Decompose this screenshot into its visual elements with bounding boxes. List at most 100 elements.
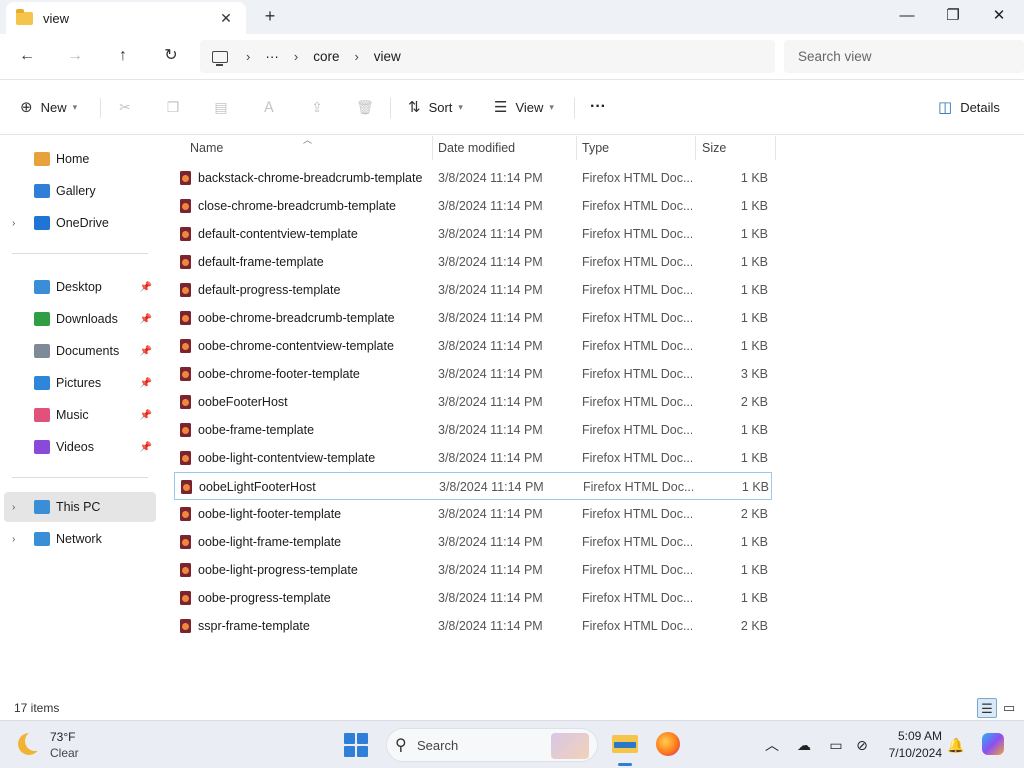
- file-row[interactable]: backstack-chrome-breadcrumb-template 3/8/…: [174, 164, 772, 192]
- sidebar-item-label: Music: [56, 408, 89, 422]
- new-tab-button[interactable]: +: [260, 6, 280, 27]
- copilot-icon[interactable]: [982, 733, 1004, 755]
- onedrive-offline-icon[interactable]: ☁: [794, 735, 814, 755]
- breadcrumb-more-button[interactable]: ···: [265, 49, 279, 64]
- file-row[interactable]: oobe-frame-template 3/8/2024 11:14 PM Fire…: [174, 416, 772, 444]
- tiles-view-toggle[interactable]: ▭: [999, 698, 1019, 718]
- tab-view[interactable]: view ✕: [6, 2, 246, 34]
- file-row[interactable]: oobeFooterHost 3/8/2024 11:14 PM Firefox H…: [174, 388, 772, 416]
- view-button[interactable]: ☰ View ▾: [494, 96, 554, 118]
- close-window-button[interactable]: ✕: [976, 4, 1022, 28]
- delete-icon[interactable]: 🗑: [354, 96, 376, 118]
- clock-time[interactable]: 5:09 AM: [886, 729, 942, 743]
- windows-logo-tile: [357, 733, 368, 744]
- firefox-html-file-icon: [180, 591, 191, 605]
- maximize-button[interactable]: ❐: [930, 4, 976, 28]
- details-view-toggle[interactable]: ☰: [977, 698, 997, 718]
- file-date-modified: 3/8/2024 11:14 PM: [438, 339, 543, 353]
- column-divider[interactable]: [576, 136, 577, 160]
- column-divider[interactable]: [432, 136, 433, 160]
- sidebar-item-pictures[interactable]: Pictures 📌: [4, 368, 156, 398]
- file-row[interactable]: oobeLightFooterHost 3/8/2024 11:14 PM Fire…: [174, 472, 772, 500]
- column-header-date-modified[interactable]: Date modified: [438, 136, 515, 160]
- notification-bell-icon[interactable]: 🔔: [946, 735, 966, 755]
- clock-date[interactable]: 7/10/2024: [880, 746, 942, 760]
- file-row[interactable]: oobe-light-progress-template 3/8/2024 11:…: [174, 556, 772, 584]
- sidebar-item-gallery[interactable]: Gallery: [4, 176, 156, 206]
- breadcrumb-core[interactable]: core: [313, 49, 339, 64]
- weather-temperature[interactable]: 73°F: [50, 730, 75, 744]
- moon-icon[interactable]: [18, 731, 45, 755]
- details-button[interactable]: ◫ Details: [938, 96, 1000, 118]
- file-size: 1 KB: [740, 255, 768, 269]
- column-divider[interactable]: [695, 136, 696, 160]
- start-button[interactable]: [344, 733, 368, 757]
- details-label: Details: [960, 99, 1000, 115]
- address-bar[interactable]: › ··· › core › view: [200, 40, 775, 73]
- tab-close-button[interactable]: ✕: [216, 10, 236, 27]
- file-type: Firefox HTML Doc...: [582, 339, 692, 353]
- refresh-button[interactable]: ↻: [157, 44, 185, 68]
- file-size: 3 KB: [740, 367, 768, 381]
- file-name: close-chrome-breadcrumb-template: [198, 199, 396, 213]
- breadcrumb-view[interactable]: view: [374, 49, 401, 64]
- paste-icon[interactable]: ▤: [210, 96, 232, 118]
- sidebar-item-downloads[interactable]: Downloads 📌: [4, 304, 156, 334]
- display-icon[interactable]: ▭: [826, 735, 846, 755]
- file-row[interactable]: oobe-light-footer-template 3/8/2024 11:14…: [174, 500, 772, 528]
- file-name: oobe-chrome-contentview-template: [198, 339, 394, 353]
- sidebar-item-desktop[interactable]: Desktop 📌: [4, 272, 156, 302]
- file-row[interactable]: oobe-chrome-contentview-template 3/8/2024…: [174, 332, 772, 360]
- firefox-taskbar-icon[interactable]: [656, 732, 680, 756]
- copy-icon[interactable]: ❐: [162, 96, 184, 118]
- show-hidden-icons-chevron-icon[interactable]: ︿: [762, 735, 782, 755]
- file-row[interactable]: sspr-frame-template 3/8/2024 11:14 PM Fire…: [174, 612, 772, 640]
- sidebar-item-this-pc[interactable]: › This PC: [4, 492, 156, 522]
- more-options-button[interactable]: ···: [590, 96, 606, 118]
- file-size: 1 KB: [740, 423, 768, 437]
- sidebar-item-documents[interactable]: Documents 📌: [4, 336, 156, 366]
- file-row[interactable]: oobe-chrome-footer-template 3/8/2024 11:1…: [174, 360, 772, 388]
- column-header-name[interactable]: Name: [190, 136, 223, 160]
- new-button[interactable]: ⊕ New ▾: [20, 96, 77, 118]
- rename-icon[interactable]: Ａ: [258, 96, 280, 118]
- chevron-right-icon[interactable]: ›: [12, 502, 15, 513]
- file-row[interactable]: oobe-light-contentview-template 3/8/2024 …: [174, 444, 772, 472]
- file-row[interactable]: oobe-chrome-breadcrumb-template 3/8/2024 …: [174, 304, 772, 332]
- sidebar-item-onedrive[interactable]: › OneDrive: [4, 208, 156, 238]
- weather-condition[interactable]: Clear: [50, 746, 79, 760]
- file-name: oobe-chrome-breadcrumb-template: [198, 311, 395, 325]
- sidebar-item-music[interactable]: Music 📌: [4, 400, 156, 430]
- file-row[interactable]: default-contentview-template 3/8/2024 11:…: [174, 220, 772, 248]
- file-row[interactable]: default-progress-template 3/8/2024 11:14 …: [174, 276, 772, 304]
- file-type: Firefox HTML Doc...: [583, 480, 693, 494]
- taskbar-search[interactable]: ⚲ Search: [386, 728, 598, 762]
- file-row[interactable]: oobe-progress-template 3/8/2024 11:14 PM F…: [174, 584, 772, 612]
- share-icon[interactable]: ⇪: [306, 96, 328, 118]
- chevron-right-icon[interactable]: ›: [12, 218, 15, 229]
- file-type: Firefox HTML Doc...: [582, 283, 692, 297]
- forward-button[interactable]: →: [61, 44, 89, 68]
- file-row[interactable]: default-frame-template 3/8/2024 11:14 PM F…: [174, 248, 772, 276]
- search-input[interactable]: Search view: [784, 40, 1024, 73]
- status-bar: 17 items ☰ ▭: [0, 696, 1024, 720]
- column-divider[interactable]: [775, 136, 776, 160]
- sidebar-item-videos[interactable]: Videos 📌: [4, 432, 156, 462]
- column-header-type[interactable]: Type: [582, 136, 609, 160]
- sidebar-item-label: Documents: [56, 344, 120, 358]
- file-row[interactable]: close-chrome-breadcrumb-template 3/8/2024…: [174, 192, 772, 220]
- sidebar-item-network[interactable]: › Network: [4, 524, 156, 554]
- chevron-right-icon[interactable]: ›: [12, 534, 15, 545]
- minimize-button[interactable]: —: [884, 4, 930, 28]
- cut-icon[interactable]: ✂: [114, 96, 136, 118]
- pin-icon: 📌: [139, 409, 152, 421]
- back-button[interactable]: ←: [13, 44, 41, 68]
- up-button[interactable]: ↑: [109, 44, 137, 68]
- column-header-size[interactable]: Size: [702, 136, 726, 160]
- file-explorer-taskbar-icon[interactable]: [612, 731, 638, 753]
- sidebar-item-home[interactable]: Home: [4, 144, 156, 174]
- sort-button[interactable]: ⇅ Sort ▾: [408, 96, 463, 118]
- file-row[interactable]: oobe-light-frame-template 3/8/2024 11:14 …: [174, 528, 772, 556]
- file-date-modified: 3/8/2024 11:14 PM: [438, 423, 543, 437]
- network-volume-icon[interactable]: ⊘: [852, 735, 872, 755]
